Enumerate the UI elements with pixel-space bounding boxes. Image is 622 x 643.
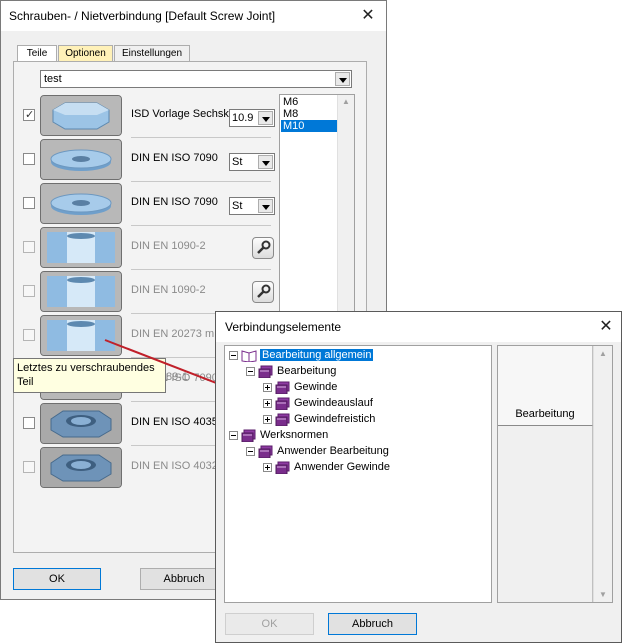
book-icon xyxy=(241,429,257,443)
detail-scrollbar[interactable]: ▲ ▼ xyxy=(593,346,612,602)
tree-node-label: Gewindefreistich xyxy=(294,413,376,425)
collapse-icon[interactable] xyxy=(229,430,238,440)
tree-node[interactable]: Bearbeitung allgemein xyxy=(229,347,390,363)
tree-node-label: Gewindeauslauf xyxy=(294,397,373,409)
book-icon xyxy=(275,413,291,427)
tree-node[interactable]: Gewindeauslauf xyxy=(229,395,390,411)
tree-nodes: Bearbeitung allgemein Bearbeitung Gewinde G… xyxy=(229,347,390,475)
scroll-down-icon[interactable]: ▼ xyxy=(599,590,607,599)
dialog-ok-button[interactable]: OK xyxy=(225,613,314,635)
tree-node[interactable]: Gewindefreistich xyxy=(229,411,390,427)
tree-node-label: Anwender Bearbeitung xyxy=(277,445,389,457)
collapse-icon[interactable] xyxy=(229,350,238,360)
tree-node[interactable]: Gewinde xyxy=(229,379,390,395)
tree-node-label: Werksnormen xyxy=(260,429,329,441)
tree-node[interactable]: Anwender Gewinde xyxy=(229,459,390,475)
collapse-icon[interactable] xyxy=(246,446,255,456)
detail-body xyxy=(498,426,593,602)
tree-node-label: Anwender Gewinde xyxy=(294,461,391,473)
book-icon xyxy=(258,365,274,379)
dialog-close-icon[interactable]: ✕ xyxy=(594,319,618,335)
collapse-icon[interactable] xyxy=(246,366,255,376)
book-icon xyxy=(275,397,291,411)
element-tree[interactable]: Bearbeitung allgemein Bearbeitung Gewinde G… xyxy=(224,345,492,603)
verbindungselemente-dialog: Verbindungselemente ✕ Bearbeitung allgem… xyxy=(215,311,622,643)
tree-node-label: Bearbeitung allgemein xyxy=(260,349,374,361)
expand-icon[interactable] xyxy=(263,462,272,472)
book-icon xyxy=(275,461,291,475)
tree-node-label: Bearbeitung xyxy=(277,365,337,377)
dialog-title: Verbindungselemente xyxy=(225,320,342,334)
detail-panel: Bearbeitung ▲ ▼ xyxy=(497,345,613,603)
scroll-up-icon[interactable]: ▲ xyxy=(599,349,607,358)
open-book-icon xyxy=(241,349,257,363)
tree-node[interactable]: Werksnormen xyxy=(229,427,390,443)
book-icon xyxy=(258,445,274,459)
dialog-cancel-button[interactable]: Abbruch xyxy=(328,613,417,635)
book-icon xyxy=(275,381,291,395)
tree-node[interactable]: Anwender Bearbeitung xyxy=(229,443,390,459)
detail-header-bearbeitung[interactable]: Bearbeitung xyxy=(498,346,593,426)
tree-node[interactable]: Bearbeitung xyxy=(229,363,390,379)
tree-node-label: Gewinde xyxy=(294,381,338,393)
expand-icon[interactable] xyxy=(263,382,272,392)
dialog-titlebar[interactable]: Verbindungselemente ✕ xyxy=(216,312,621,342)
expand-icon[interactable] xyxy=(263,414,272,424)
expand-icon[interactable] xyxy=(263,398,272,408)
